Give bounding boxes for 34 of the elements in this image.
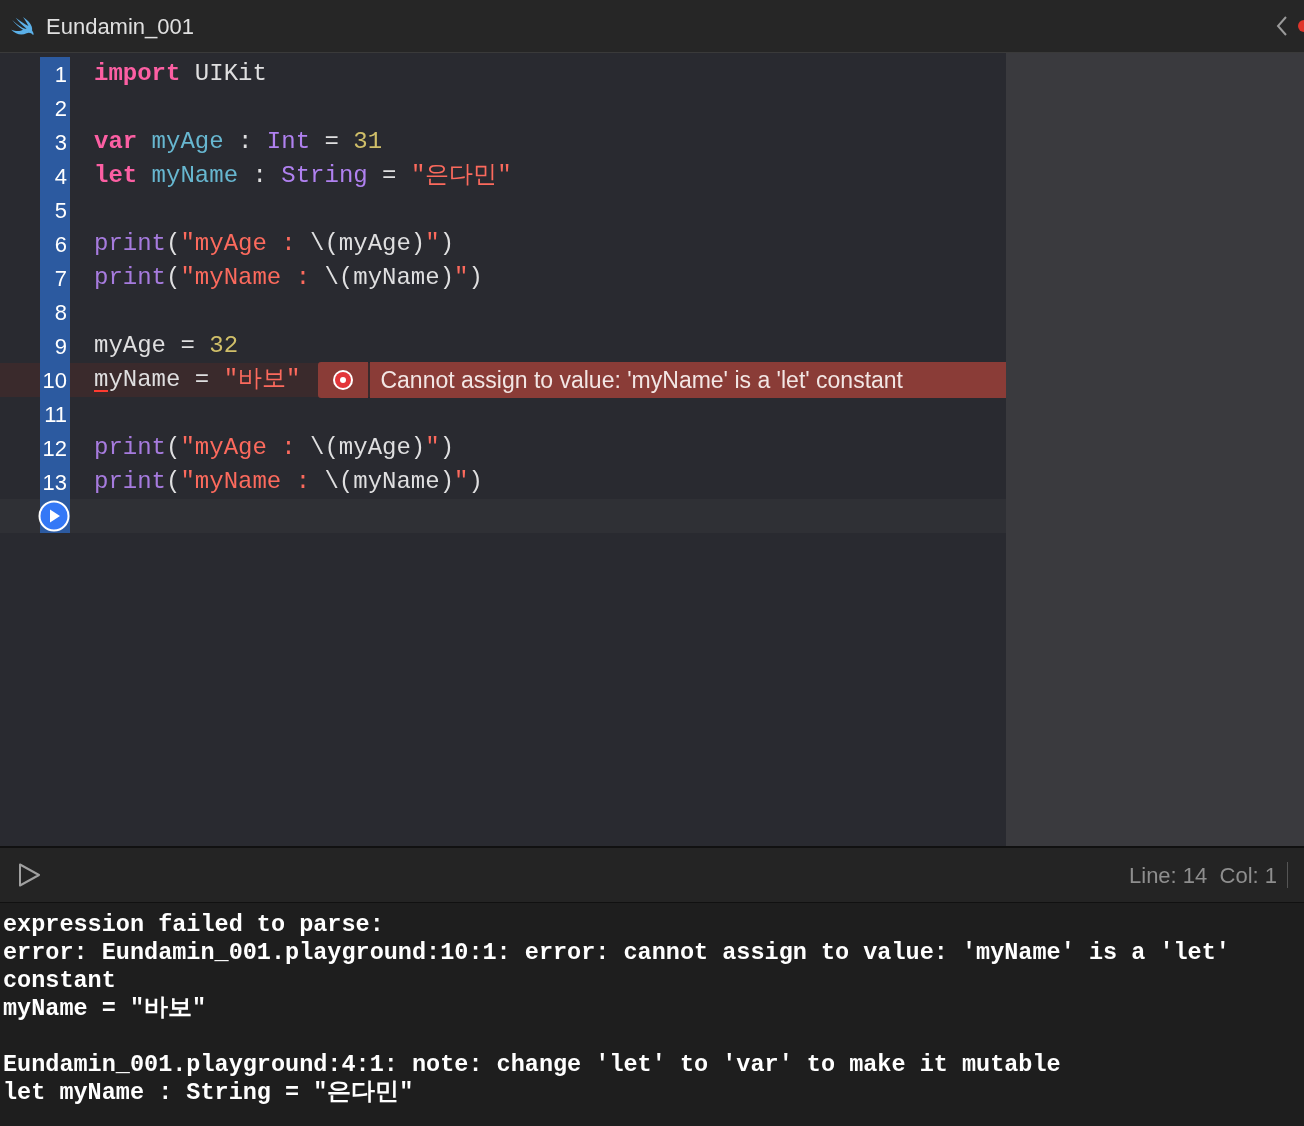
code-line: print("myAge : \(myAge)") <box>94 433 455 463</box>
line-number: 2 <box>54 94 68 123</box>
status-icon <box>1298 20 1304 32</box>
cursor-position: Line: 14 Col: 1 <box>1129 861 1277 890</box>
error-message: Cannot assign to value: 'myName' is a 'let' constant <box>380 365 903 395</box>
code-line: myName = "바보" <box>94 365 301 395</box>
line-number: 13 <box>42 468 68 497</box>
line-number: 4 <box>54 162 68 191</box>
code-line: print("myAge : \(myAge)") <box>94 229 455 259</box>
chevron-left-icon[interactable] <box>1276 15 1288 37</box>
line-number: 11 <box>44 400 68 429</box>
line-number: 5 <box>54 196 68 225</box>
code-line: myAge = 32 <box>94 331 239 361</box>
console-line: let myName : String = "은다민" <box>3 1079 415 1107</box>
error-icon <box>331 368 356 392</box>
code-line: var myAge : Int = 31 <box>94 127 383 157</box>
line-number: 8 <box>54 298 68 327</box>
line-number: 9 <box>54 332 68 361</box>
line-number: 7 <box>54 264 68 293</box>
line-number: 12 <box>42 434 68 463</box>
line-number: 3 <box>54 128 68 157</box>
code-line: print("myName : \(myName)") <box>94 467 483 497</box>
line-number: 1 <box>54 60 68 89</box>
code-line: import UIKit <box>94 59 267 89</box>
console-line: Eundamin_001.playground:4:1: note: change 'let' to 'var' to make it mutable <box>3 1051 1062 1079</box>
play-icon[interactable] <box>16 862 42 888</box>
code-line: print("myName : \(myName)") <box>94 263 483 293</box>
window-title: Eundamin_001 <box>46 12 194 41</box>
code-line: let myName : String = "은다민" <box>94 161 512 191</box>
line-number: 10 <box>42 366 68 395</box>
console-line: myName = "바보" <box>3 995 208 1023</box>
console-line: expression failed to parse: <box>3 911 385 939</box>
line-number: 6 <box>54 230 68 259</box>
bird-logo-icon <box>10 16 36 36</box>
